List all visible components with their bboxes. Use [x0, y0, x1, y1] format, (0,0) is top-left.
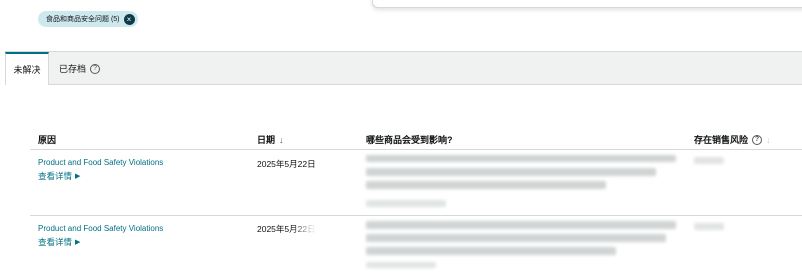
caret-right-icon: ▶	[75, 239, 81, 246]
header-date[interactable]: 日期 ↓	[257, 133, 284, 146]
tab-strip: 未解决 已存档 ?	[5, 51, 802, 85]
redacted-date-fade	[292, 221, 332, 233]
redacted-risk-value	[694, 223, 724, 230]
help-icon[interactable]: ?	[90, 63, 101, 74]
caret-right-icon: ▶	[75, 173, 81, 180]
filter-chip[interactable]: 食品和商品安全问题 (5) ×	[38, 11, 138, 27]
close-icon[interactable]: ×	[123, 13, 135, 25]
help-icon[interactable]: ?	[752, 134, 763, 145]
header-divider	[30, 149, 802, 150]
header-affected: 哪些商品会受到影响?	[366, 133, 453, 146]
row-divider	[30, 215, 802, 216]
header-reason: 原因	[38, 133, 56, 146]
reason-link[interactable]: Product and Food Safety Violations	[38, 158, 163, 167]
header-reason-label: 原因	[38, 135, 57, 145]
redacted-product-text	[366, 181, 606, 189]
reason-link[interactable]: Product and Food Safety Violations	[38, 224, 163, 233]
tab-unresolved-label: 未解决	[13, 65, 41, 75]
redacted-product-text	[366, 262, 436, 268]
view-details-label: 查看详情	[38, 237, 73, 247]
view-details-link[interactable]: 查看详情 ▶	[38, 170, 80, 182]
redacted-risk-value	[694, 157, 724, 164]
redacted-product-text	[366, 168, 656, 176]
date-cell: 2025年5月22日	[257, 159, 316, 169]
redacted-product-text	[366, 234, 666, 242]
tab-archived[interactable]: 已存档 ?	[49, 52, 110, 85]
popover-edge	[372, 0, 802, 8]
redacted-product-text	[366, 155, 676, 162]
sort-down-icon[interactable]: ↓	[279, 135, 284, 145]
tab-unresolved[interactable]: 未解决	[5, 52, 49, 85]
tab-archived-label: 已存档	[59, 64, 87, 74]
sort-down-icon[interactable]: ↓	[766, 135, 771, 145]
redacted-product-text	[366, 200, 446, 207]
redacted-product-text	[366, 221, 676, 229]
header-date-label: 日期	[257, 135, 276, 145]
header-risk-label: 存在销售风险	[694, 135, 749, 145]
filter-chip-label: 食品和商品安全问题 (5)	[46, 16, 120, 23]
header-risk[interactable]: 存在销售风险 ? ↓	[694, 133, 771, 146]
redacted-product-text	[366, 247, 616, 255]
view-details-link[interactable]: 查看详情 ▶	[38, 236, 80, 248]
view-details-label: 查看详情	[38, 171, 73, 181]
header-affected-label: 哪些商品会受到影响?	[366, 135, 453, 145]
